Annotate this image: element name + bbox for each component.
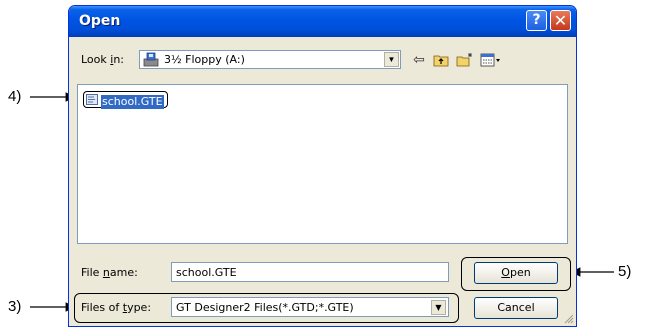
up-folder-button[interactable]: [431, 50, 451, 69]
callout-5-label: 5): [618, 263, 632, 280]
chevron-down-icon: ▼: [387, 55, 396, 64]
new-folder-button[interactable]: [455, 50, 475, 69]
help-button[interactable]: ?: [526, 10, 547, 31]
view-menu-button[interactable]: [478, 50, 504, 69]
open-dialog: Open ? ✕ Look in: 3½ Floppy (A:) ▼ ⇦ sch…: [68, 5, 577, 327]
file-name-input[interactable]: school.GTE: [171, 262, 449, 282]
up-folder-icon: [433, 55, 449, 67]
floppy-drive-icon: [143, 52, 159, 67]
file-type-dropdown-button[interactable]: ▼: [431, 300, 446, 315]
file-item-school-gte[interactable]: school.GTE: [83, 91, 168, 109]
close-icon: ✕: [553, 11, 568, 30]
file-type-dropdown[interactable]: GT Designer2 Files(*.GTD;*.GTE) ▼: [171, 297, 449, 317]
open-button[interactable]: Open: [474, 262, 558, 284]
look-in-dropdown[interactable]: 3½ Floppy (A:) ▼: [139, 50, 401, 69]
back-button[interactable]: ⇦: [409, 50, 429, 69]
look-in-label: Look in:: [81, 53, 125, 66]
document-icon: [86, 94, 98, 105]
file-name-label-text: File name:: [81, 266, 138, 279]
back-arrow-icon: ⇦: [413, 51, 425, 67]
close-button[interactable]: ✕: [550, 10, 571, 31]
file-name-label: school.GTE: [101, 95, 164, 109]
file-type-value: GT Designer2 Files(*.GTD;*.GTE): [176, 301, 354, 314]
chevron-down-icon: ▼: [435, 303, 442, 312]
help-icon: ?: [532, 12, 541, 28]
file-type-label: Files of type:: [81, 301, 152, 314]
title-bar[interactable]: Open ? ✕: [69, 6, 576, 37]
look-in-dropdown-button[interactable]: ▼: [384, 52, 399, 67]
resize-grip-icon[interactable]: [563, 313, 574, 324]
dialog-title: Open: [79, 13, 121, 29]
open-button-label: Open: [501, 266, 531, 279]
look-in-value: 3½ Floppy (A:): [164, 53, 245, 66]
file-name-value: school.GTE: [176, 266, 237, 279]
file-list[interactable]: school.GTE: [77, 84, 568, 244]
new-folder-icon: [456, 53, 472, 67]
view-menu-icon: [480, 53, 500, 67]
callout-4-label: 4): [8, 88, 22, 105]
cancel-button-label: Cancel: [497, 301, 535, 314]
cancel-button[interactable]: Cancel: [474, 297, 558, 319]
callout-3-label: 3): [8, 298, 22, 315]
